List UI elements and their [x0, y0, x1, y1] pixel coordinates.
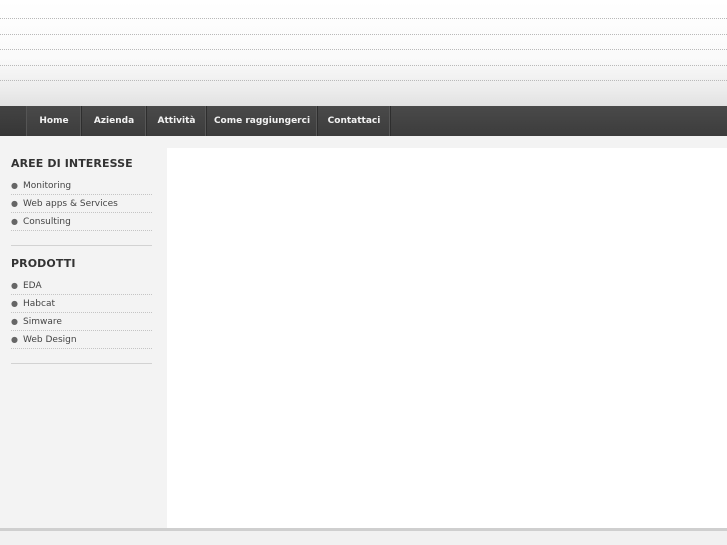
- sidebar-item-label: Consulting: [23, 217, 71, 227]
- nav-item-azienda[interactable]: Azienda: [82, 106, 147, 136]
- sidebar-item-web-apps[interactable]: ● Web apps & Services: [11, 195, 152, 213]
- header-rule: [0, 80, 727, 81]
- sidebar-item-label: Web Design: [23, 335, 77, 345]
- section-divider: [11, 245, 152, 246]
- prodotti-section-title: PRODOTTI: [11, 257, 76, 270]
- header-rule: [0, 65, 727, 66]
- sidebar-item-monitoring[interactable]: ● Monitoring: [11, 177, 152, 195]
- header-rule: [0, 34, 727, 35]
- bullet-icon: ●: [11, 299, 18, 308]
- sidebar-item-label: EDA: [23, 281, 42, 291]
- nav-item-home[interactable]: Home: [27, 106, 82, 136]
- nav-item-come-raggiungerci[interactable]: Come raggiungerci: [207, 106, 318, 136]
- sidebar-item-eda[interactable]: ● EDA: [11, 277, 152, 295]
- nav-item-contattaci[interactable]: Contattaci: [318, 106, 391, 136]
- bullet-icon: ●: [11, 199, 18, 208]
- nav-item-attivita[interactable]: Attività: [147, 106, 207, 136]
- bullet-icon: ●: [11, 281, 18, 290]
- sidebar-item-habcat[interactable]: ● Habcat: [11, 295, 152, 313]
- bullet-icon: ●: [11, 317, 18, 326]
- sidebar-item-simware[interactable]: ● Simware: [11, 313, 152, 331]
- sidebar-item-label: Monitoring: [23, 181, 72, 191]
- sidebar-item-consulting[interactable]: ● Consulting: [11, 213, 152, 231]
- header-rule: [0, 18, 727, 19]
- content-top-band: [167, 136, 727, 148]
- site-header: [0, 0, 727, 106]
- sidebar-item-label: Simware: [23, 317, 62, 327]
- sidebar-item-label: Web apps & Services: [23, 199, 118, 209]
- bullet-icon: ●: [11, 335, 18, 344]
- bullet-icon: ●: [11, 181, 18, 190]
- site-footer: [0, 531, 727, 545]
- nav-left-edge: [0, 106, 27, 136]
- aree-section-title: AREE DI INTERESSE: [11, 157, 133, 170]
- bullet-icon: ●: [11, 217, 18, 226]
- sidebar-item-web-design[interactable]: ● Web Design: [11, 331, 152, 349]
- section-divider: [11, 363, 152, 364]
- header-rule: [0, 49, 727, 50]
- sidebar-item-label: Habcat: [23, 299, 55, 309]
